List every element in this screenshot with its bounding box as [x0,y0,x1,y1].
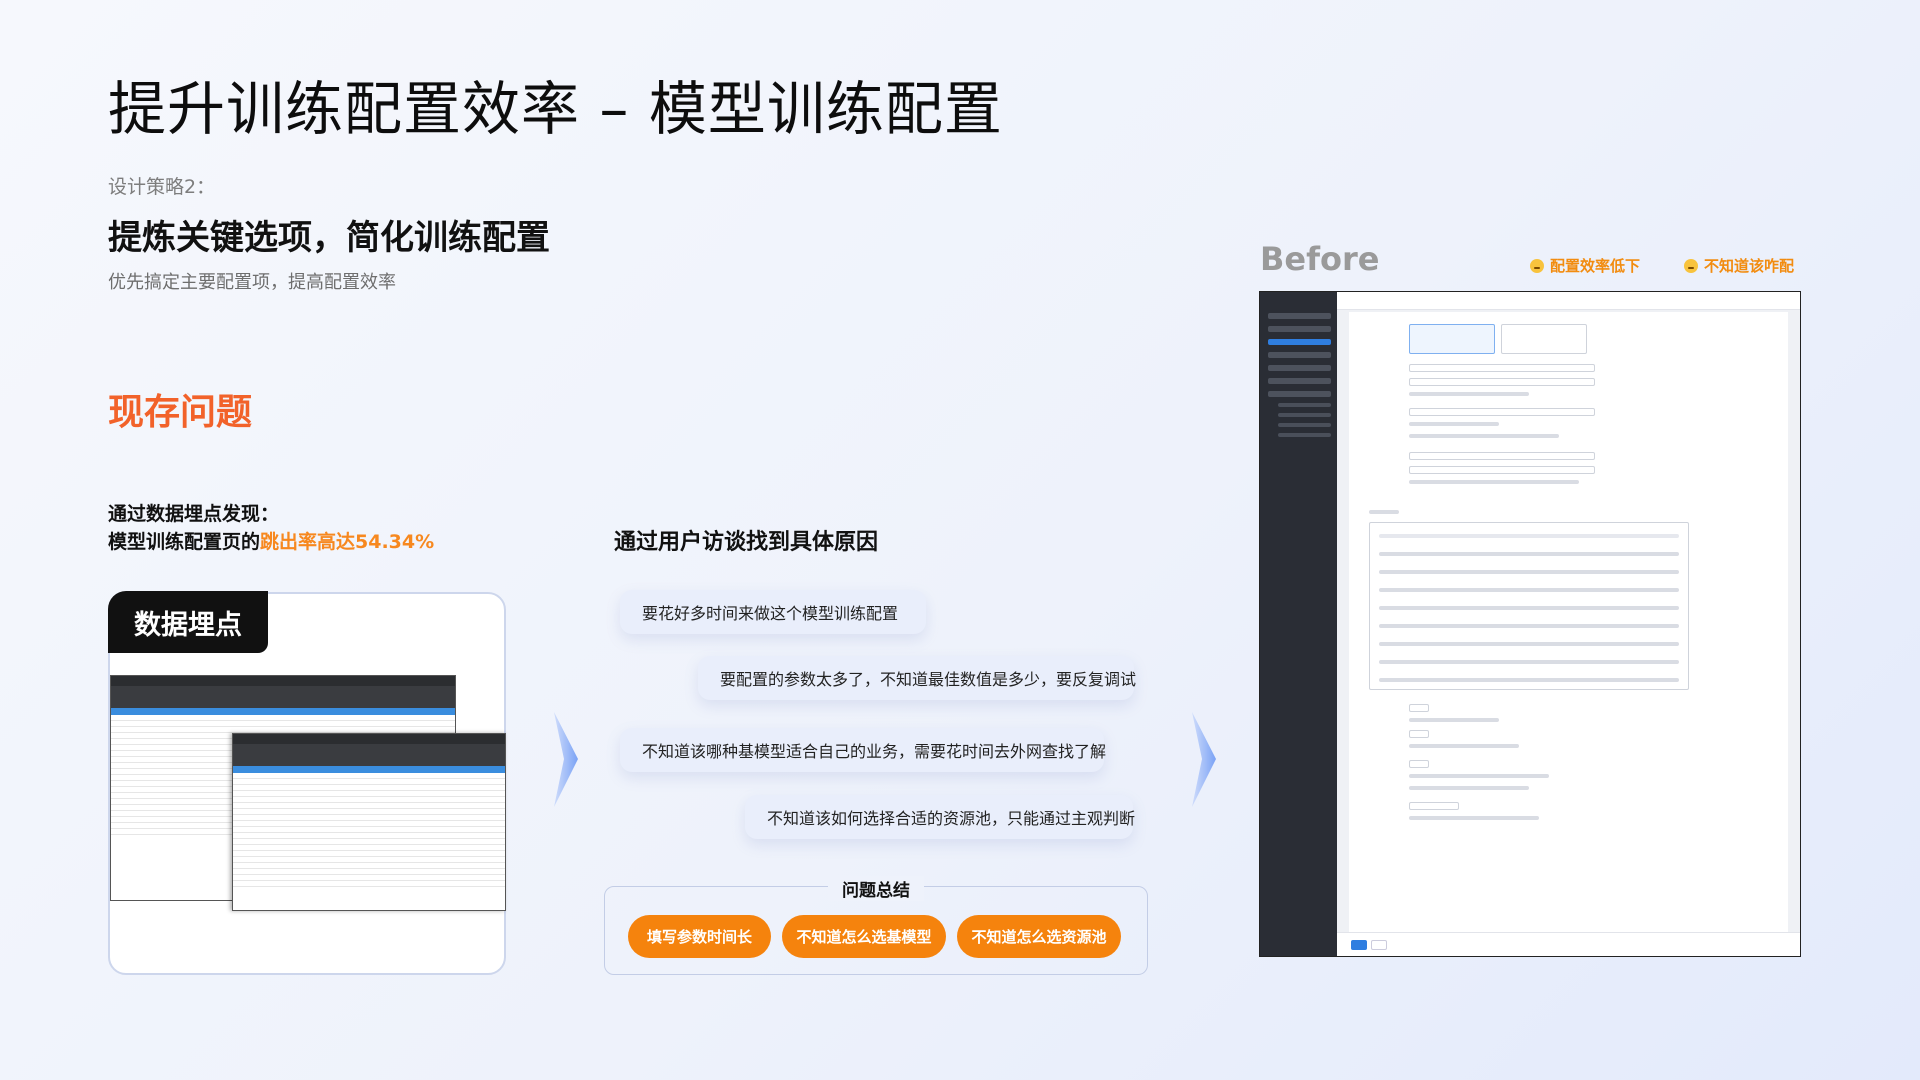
spreadsheet-screenshot-2 [232,733,506,911]
finding-prefix: 模型训练配置页的 [108,531,261,553]
page-title: 提升训练配置效率 – 模型训练配置 [108,75,1003,143]
problem-summary-title: 问题总结 [828,876,924,901]
user-quote-bubble: 要花好多时间来做这个模型训练配置 [620,590,926,634]
chevron-right-icon [554,712,578,807]
user-quote-bubble: 不知道该哪种基模型适合自己的业务，需要花时间去外网查找了解 [620,728,1106,772]
chevron-right-icon [1192,712,1216,807]
sad-face-icon [1530,258,1544,273]
before-issue-text: 不知道该咋配 [1704,257,1795,275]
interview-title: 通过用户访谈找到具体原因 [614,530,879,555]
before-issue-tag: 配置效率低下 [1530,255,1640,276]
data-card-tag: 数据埋点 [108,591,268,653]
problem-section-title: 现存问题 [108,392,253,433]
user-quote-bubble: 要配置的参数太多了，不知道最佳数值是多少，要反复调试 [698,656,1136,700]
summary-pill: 不知道怎么选基模型 [782,915,946,958]
data-finding: 通过数据埋点发现： 模型训练配置页的跳出率高达54.34% [108,500,434,556]
bounce-rate-highlight: 跳出率高达54.34% [260,531,435,553]
sad-face-icon [1684,258,1698,273]
finding-line-1: 通过数据埋点发现： [108,503,280,525]
screenshot-main [1337,292,1800,956]
strategy-headline: 提炼关键选项，简化训练配置 [108,218,550,258]
before-label: Before [1260,240,1380,278]
summary-pill: 填写参数时间长 [628,915,771,958]
user-quote-bubble: 不知道该如何选择合适的资源池，只能通过主观判断 [745,795,1135,839]
before-config-screenshot [1259,291,1801,957]
summary-pill: 不知道怎么选资源池 [957,915,1121,958]
screenshot-sidebar [1260,292,1337,956]
before-issue-text: 配置效率低下 [1550,257,1641,275]
finding-line-2: 模型训练配置页的跳出率高达54.34% [108,528,434,556]
strategy-label: 设计策略2： [108,176,216,198]
strategy-subtitle: 优先搞定主要配置项，提高配置效率 [108,272,396,293]
before-issue-tag: 不知道该咋配 [1684,255,1794,276]
